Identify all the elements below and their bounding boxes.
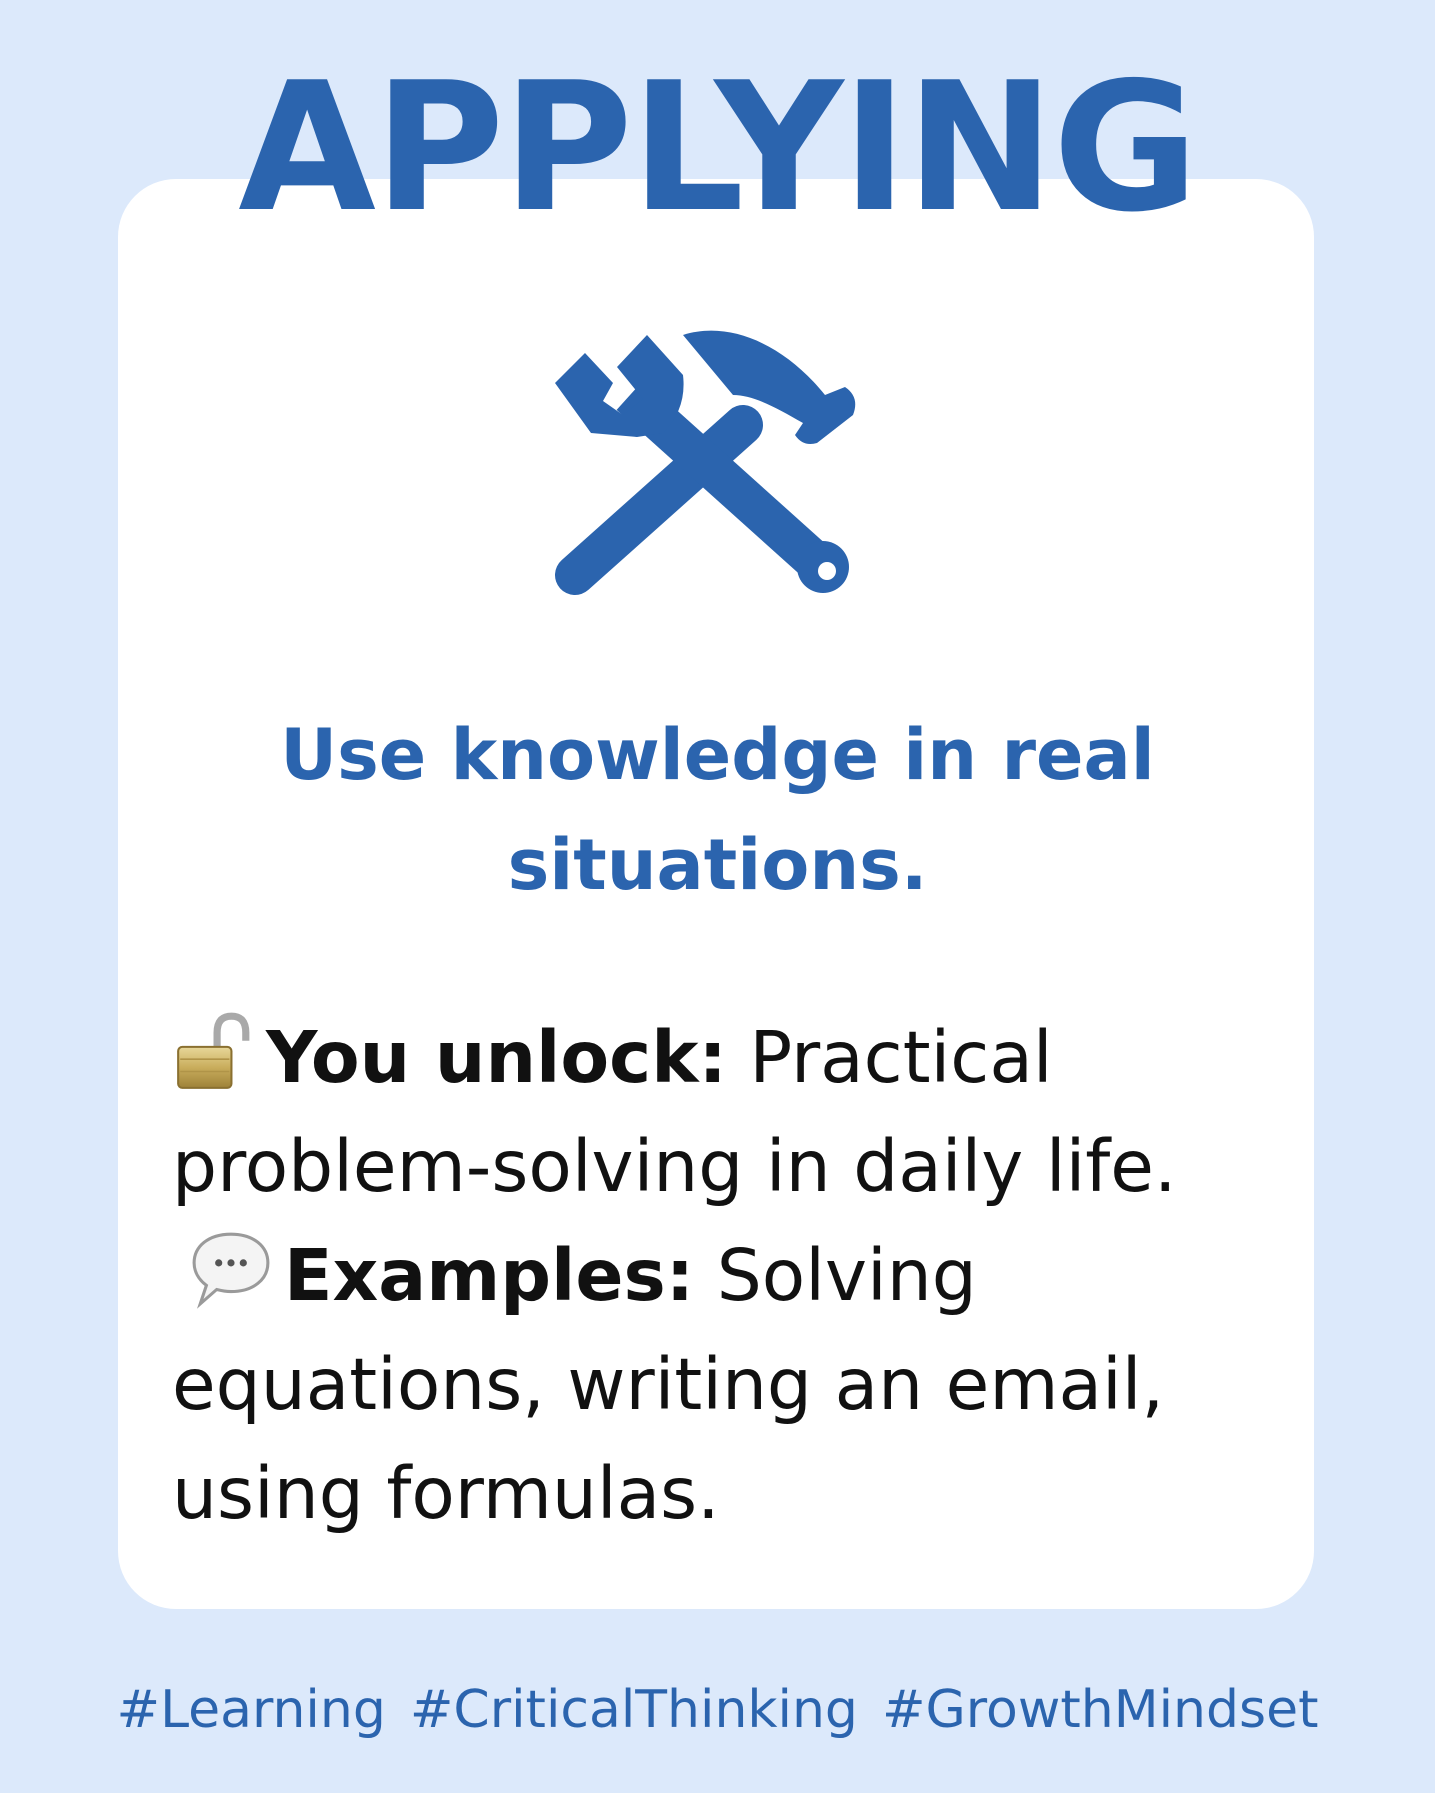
hashtag-learning: #Learning: [116, 1680, 386, 1740]
unlock-paragraph: You unlock: Practical problem-solving in…: [172, 1003, 1282, 1221]
hammer-and-wrench-icon: [555, 330, 856, 595]
examples-label: Examples:: [284, 1234, 695, 1317]
hashtag-growth-mindset: #GrowthMindset: [881, 1680, 1319, 1740]
speech-bubble-icon: [192, 1232, 270, 1309]
open-lock-icon: [177, 1012, 250, 1089]
page-title: APPLYING: [238, 44, 1199, 251]
hashtag-list: #Learning #CriticalThinking #GrowthMindset: [0, 1675, 1435, 1745]
examples-paragraph: Examples: Solving equations, writing an …: [172, 1221, 1282, 1548]
description-block: You unlock: Practical problem-solving in…: [172, 1003, 1282, 1548]
unlock-label: You unlock:: [266, 1016, 727, 1099]
subtitle: Use knowledge in real situations.: [280, 714, 1155, 906]
hashtag-critical-thinking: #CriticalThinking: [409, 1680, 858, 1740]
